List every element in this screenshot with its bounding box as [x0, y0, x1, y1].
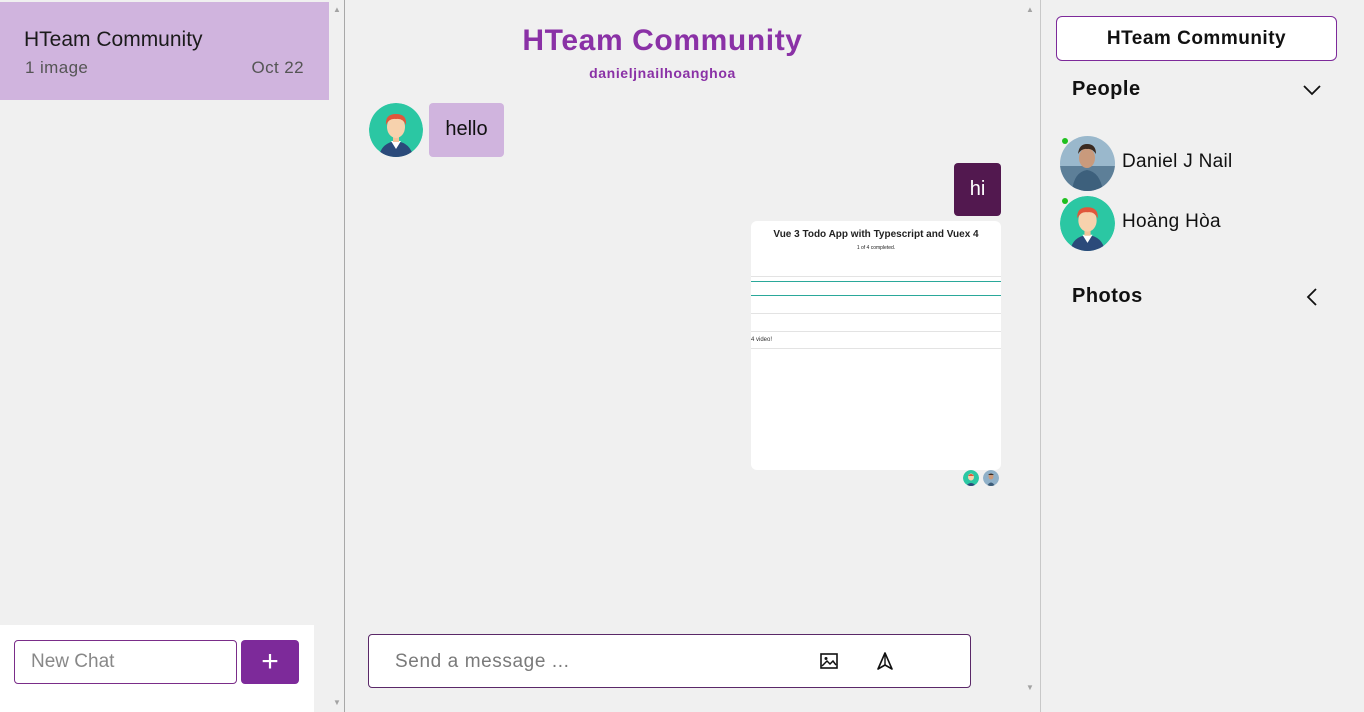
- details-panel: HTeam Community People Daniel J Nail Hoà…: [1040, 0, 1364, 712]
- conversation-subtitle: danieljnailhoanghoa: [589, 65, 736, 81]
- scroll-up-arrow-icon[interactable]: ▲: [1026, 6, 1034, 14]
- divider: [751, 276, 1001, 277]
- chat-list-item-title: HTeam Community: [24, 28, 203, 51]
- online-status-dot: [1062, 138, 1068, 144]
- new-chat-area: +: [0, 625, 314, 712]
- person-item[interactable]: Daniel J Nail: [1060, 136, 1340, 192]
- message-input[interactable]: [393, 648, 797, 676]
- avatar: [369, 103, 423, 157]
- photos-section-heading[interactable]: Photos: [1072, 285, 1143, 308]
- send-icon[interactable]: [875, 651, 895, 671]
- message-composer: [368, 634, 971, 688]
- chat-list-scrollbar[interactable]: ▲ ▼: [330, 0, 344, 712]
- seen-avatar: [983, 470, 999, 486]
- divider: [751, 281, 1001, 282]
- avatar: [1060, 136, 1115, 191]
- image-message-text: 4 video!: [751, 337, 773, 343]
- chevron-down-icon[interactable]: [1302, 80, 1322, 100]
- avatar: [1060, 196, 1115, 251]
- conversation-title: HTeam Community: [522, 24, 803, 57]
- divider: [751, 313, 1001, 314]
- new-chat-input[interactable]: [14, 640, 237, 684]
- chat-list-item-date: Oct 22: [251, 58, 304, 77]
- plus-icon: +: [261, 645, 279, 678]
- scroll-down-arrow-icon[interactable]: ▼: [1026, 684, 1034, 692]
- person-item[interactable]: Hoàng Hòa: [1060, 196, 1340, 252]
- chat-list-item[interactable]: HTeam Community 1 image Oct 22: [0, 2, 329, 100]
- scroll-down-arrow-icon[interactable]: ▼: [333, 699, 341, 707]
- divider: [751, 348, 1001, 349]
- people-section-heading[interactable]: People: [1072, 78, 1141, 101]
- image-message-subtitle: 1 of 4 completed.: [856, 245, 896, 251]
- person-name: Hoàng Hòa: [1122, 211, 1221, 232]
- chat-list-item-subtitle: 1 image: [25, 58, 89, 77]
- message-bubble-incoming: hello: [429, 103, 504, 157]
- chevron-left-icon[interactable]: [1302, 287, 1322, 307]
- conversation-scrollbar[interactable]: ▲ ▼: [1023, 0, 1037, 712]
- divider: [751, 331, 1001, 332]
- seen-avatar: [963, 470, 979, 486]
- image-message[interactable]: Vue 3 Todo App with Typescript and Vuex …: [751, 221, 1001, 470]
- divider: [751, 295, 1001, 296]
- online-status-dot: [1062, 198, 1068, 204]
- message-bubble-outgoing: hi: [954, 163, 1001, 216]
- conversation-panel: HTeam Community danieljnailhoanghoa hell…: [346, 0, 1039, 712]
- scroll-up-arrow-icon[interactable]: ▲: [333, 6, 341, 14]
- person-name: Daniel J Nail: [1122, 151, 1233, 172]
- details-title: HTeam Community: [1056, 16, 1337, 61]
- image-message-title: Vue 3 Todo App with Typescript and Vuex …: [773, 229, 979, 240]
- image-icon[interactable]: [819, 651, 839, 671]
- chat-list-panel: HTeam Community 1 image Oct 22 ▲ ▼ +: [0, 0, 345, 712]
- add-chat-button[interactable]: +: [241, 640, 299, 684]
